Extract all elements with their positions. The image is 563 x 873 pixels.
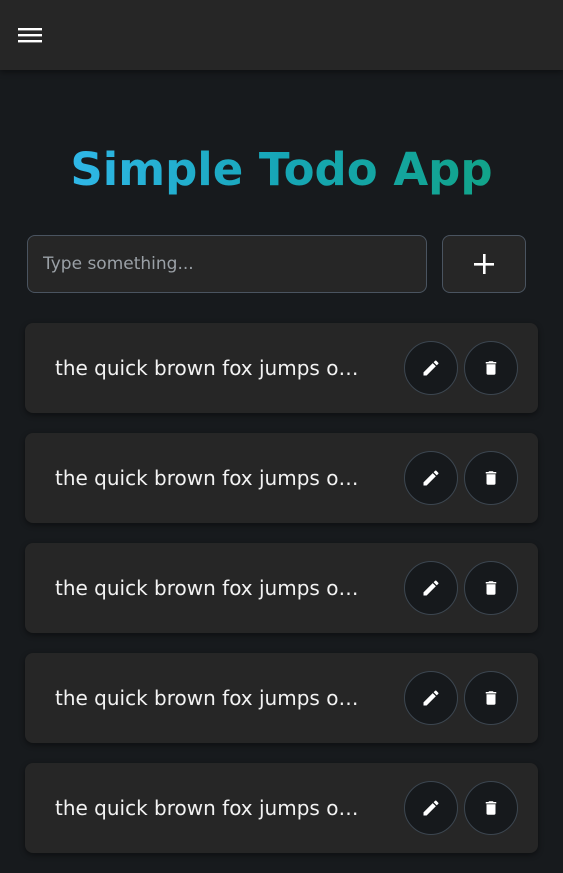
- delete-button[interactable]: [464, 781, 518, 835]
- todo-text: the quick brown fox jumps over the lazy …: [55, 356, 360, 380]
- pencil-icon: [423, 470, 439, 486]
- trash-icon: [485, 581, 497, 595]
- plus-icon: [474, 254, 494, 274]
- edit-button[interactable]: [404, 781, 458, 835]
- page-title: Simple Todo App: [0, 142, 563, 198]
- todo-item: the quick brown fox jumps over the lazy …: [25, 543, 538, 633]
- todo-item: the quick brown fox jumps over the lazy …: [25, 653, 538, 743]
- add-todo-button[interactable]: [442, 235, 526, 293]
- todo-text: the quick brown fox jumps over the lazy …: [55, 466, 360, 490]
- edit-button[interactable]: [404, 671, 458, 725]
- trash-icon: [485, 801, 497, 815]
- pencil-icon: [423, 690, 439, 706]
- menu-button[interactable]: [14, 19, 46, 51]
- delete-button[interactable]: [464, 451, 518, 505]
- pencil-icon: [423, 360, 439, 376]
- hamburger-menu-icon: [18, 28, 42, 43]
- todo-text: the quick brown fox jumps over the lazy …: [55, 686, 360, 710]
- todo-text: the quick brown fox jumps over the lazy …: [55, 576, 360, 600]
- edit-button[interactable]: [404, 341, 458, 395]
- delete-button[interactable]: [464, 671, 518, 725]
- pencil-icon: [423, 580, 439, 596]
- delete-button[interactable]: [464, 561, 518, 615]
- todo-item: the quick brown fox jumps over the lazy …: [25, 323, 538, 413]
- top-app-bar: [0, 0, 563, 70]
- edit-button[interactable]: [404, 561, 458, 615]
- todo-text: the quick brown fox jumps over the lazy …: [55, 796, 360, 820]
- todo-item: the quick brown fox jumps over the lazy …: [25, 433, 538, 523]
- edit-button[interactable]: [404, 451, 458, 505]
- delete-button[interactable]: [464, 341, 518, 395]
- todo-item: the quick brown fox jumps over the lazy …: [25, 763, 538, 853]
- todo-list: the quick brown fox jumps over the lazy …: [25, 323, 538, 873]
- trash-icon: [485, 361, 497, 375]
- trash-icon: [485, 691, 497, 705]
- trash-icon: [485, 471, 497, 485]
- pencil-icon: [423, 800, 439, 816]
- new-todo-input[interactable]: [27, 235, 427, 293]
